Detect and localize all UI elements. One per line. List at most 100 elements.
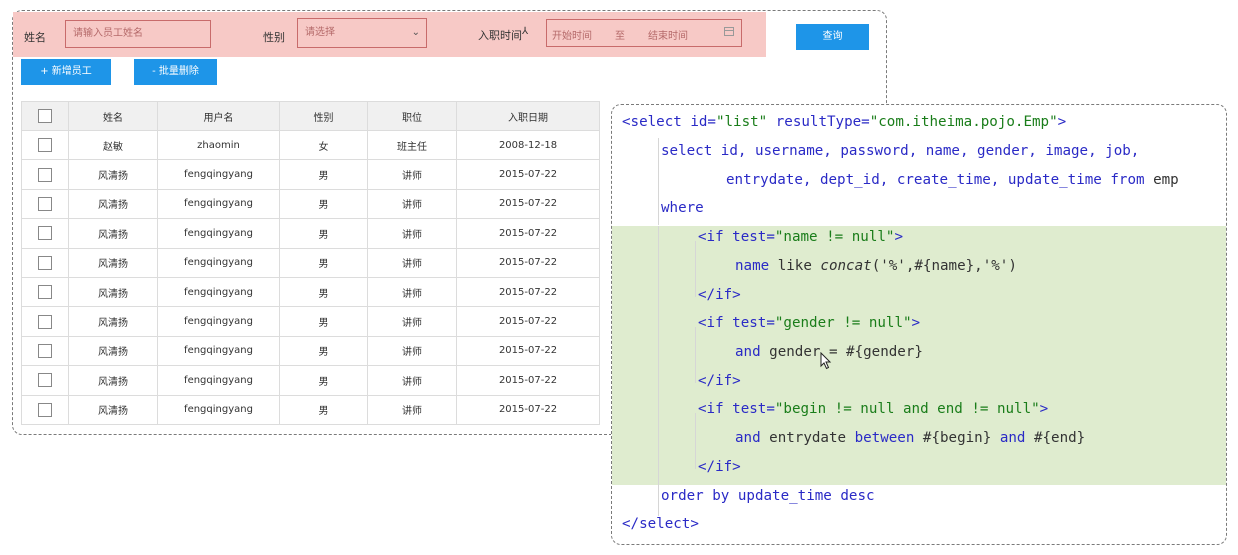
table-row: 风清扬 fengqingyang 男讲师 2015-07-22: [21, 394, 600, 425]
cell-job: 班主任: [367, 129, 457, 161]
header-name: 姓名: [68, 101, 158, 131]
table-row: 风清扬 fengqingyang 男讲师 2015-07-22: [21, 306, 600, 337]
mouse-cursor-icon: [820, 352, 832, 370]
cell-job: 讲师: [367, 159, 457, 190]
sql-code-panel: <select id="list" resultType="com.itheim…: [611, 104, 1227, 545]
table-row: 风清扬 fengqingyang 男讲师 2015-07-22: [21, 276, 600, 308]
cell-username: fengqingyang: [157, 335, 280, 367]
name-label: 姓名: [24, 31, 46, 44]
row-checkbox-cell[interactable]: [21, 247, 69, 278]
date-start-placeholder: 开始时间: [552, 31, 592, 42]
checkbox-icon[interactable]: [38, 255, 52, 270]
row-checkbox-cell[interactable]: [21, 394, 69, 425]
chevron-down-icon: ⌄: [411, 27, 420, 38]
cell-name: 风清扬: [68, 188, 158, 220]
cell-entry-date: 2015-07-22: [456, 365, 600, 396]
batch-delete-button[interactable]: - 批量删除: [134, 59, 217, 85]
cell-username: fengqingyang: [157, 276, 280, 308]
cell-name: 风清扬: [68, 365, 158, 396]
cell-name: 风清扬: [68, 335, 158, 367]
table-row: 风清扬 fengqingyang 男讲师 2015-07-22: [21, 335, 600, 367]
checkbox-icon[interactable]: [38, 314, 52, 329]
name-search-input[interactable]: 请输入员工姓名: [65, 20, 211, 48]
code-line-1: <select id="list" resultType="com.itheim…: [622, 114, 1067, 130]
query-button[interactable]: 查询: [796, 24, 869, 50]
cell-entry-date: 2015-07-22: [456, 218, 600, 249]
cell-job: 讲师: [367, 394, 457, 425]
header-entry-date: 入职日期: [456, 101, 600, 131]
cell-gender: 男: [279, 335, 368, 367]
entry-date-label: 入职时间: [478, 29, 522, 42]
row-checkbox-cell[interactable]: [21, 159, 69, 190]
indent-guide: [695, 413, 696, 469]
checkbox-icon[interactable]: [38, 402, 52, 417]
date-end-placeholder: 结束时间: [648, 31, 688, 42]
checkbox-icon[interactable]: [38, 196, 52, 211]
indent-guide: [658, 226, 659, 516]
cell-entry-date: 2015-07-22: [456, 188, 600, 220]
cell-name: 风清扬: [68, 159, 158, 190]
cell-job: 讲师: [367, 335, 457, 367]
cell-job: 讲师: [367, 306, 457, 337]
checkbox-icon[interactable]: [38, 373, 52, 388]
cell-username: fengqingyang: [157, 306, 280, 337]
cell-name: 风清扬: [68, 306, 158, 337]
cell-job: 讲师: [367, 188, 457, 220]
cell-entry-date: 2015-07-22: [456, 306, 600, 337]
row-checkbox-cell[interactable]: [21, 306, 69, 337]
cell-gender: 男: [279, 218, 368, 249]
cell-username: zhaomin: [157, 129, 280, 161]
cell-name: 风清扬: [68, 276, 158, 308]
checkbox-icon[interactable]: [38, 285, 52, 300]
code-line-15: </select>: [622, 516, 699, 532]
checkbox-icon[interactable]: [38, 167, 52, 182]
cell-entry-date: 2015-07-22: [456, 276, 600, 308]
table-row: 风清扬 fengqingyang 男讲师 2015-07-22: [21, 247, 600, 278]
cell-name: 风清扬: [68, 394, 158, 425]
sql-mapper-code[interactable]: <select id="list" resultType="com.itheim…: [612, 105, 1179, 532]
checkbox-icon[interactable]: [38, 343, 52, 358]
cell-gender: 男: [279, 365, 368, 396]
row-checkbox-cell[interactable]: [21, 218, 69, 249]
cell-username: fengqingyang: [157, 394, 280, 425]
checkbox-icon[interactable]: [38, 138, 52, 153]
gender-label: 性别: [263, 31, 285, 44]
gender-select[interactable]: 请选择 ⌄: [297, 18, 427, 48]
code-line-10: </if>: [698, 373, 741, 389]
code-line-12: and entrydate between #{begin} and #{end…: [735, 430, 1086, 446]
date-range-separator: 至: [615, 31, 625, 42]
cell-entry-date: 2015-07-22: [456, 394, 600, 425]
header-username: 用户名: [157, 101, 280, 131]
code-line-8: <if test="gender != null">: [698, 315, 921, 331]
cell-gender: 男: [279, 188, 368, 220]
cell-name: 赵敏: [68, 129, 158, 161]
header-gender: 性别: [279, 101, 368, 131]
cell-username: fengqingyang: [157, 188, 280, 220]
employee-table: 姓名 用户名 性别 职位 入职日期 赵敏 zhaomin 女班主任 2008-12-1…: [21, 101, 600, 425]
cell-gender: 男: [279, 159, 368, 190]
code-line-3: entrydate, dept_id, create_time, update_…: [726, 172, 1179, 188]
select-all-checkbox-cell[interactable]: [21, 101, 69, 131]
row-checkbox-cell[interactable]: [21, 365, 69, 396]
entry-date-range-picker[interactable]: 开始时间 至 结束时间: [546, 19, 742, 47]
cell-entry-date: 2015-07-22: [456, 247, 600, 278]
cell-name: 风清扬: [68, 218, 158, 249]
code-line-4: where: [661, 200, 704, 216]
gender-select-value: 请选择: [305, 27, 335, 38]
table-row: 风清扬 fengqingyang 男讲师 2015-07-22: [21, 159, 600, 190]
row-checkbox-cell[interactable]: [21, 335, 69, 367]
indent-guide: [695, 327, 696, 383]
row-checkbox-cell[interactable]: [21, 188, 69, 220]
checkbox-icon[interactable]: [38, 226, 52, 241]
indent-guide: [658, 138, 659, 225]
code-line-2: select id, username, password, name, gen…: [661, 143, 1140, 159]
cell-entry-date: 2015-07-22: [456, 335, 600, 367]
row-checkbox-cell[interactable]: [21, 276, 69, 308]
row-checkbox-cell[interactable]: [21, 129, 69, 161]
table-row: 风清扬 fengqingyang 男讲师 2015-07-22: [21, 218, 600, 249]
add-employee-button[interactable]: + 新增员工: [21, 59, 111, 85]
cell-gender: 男: [279, 276, 368, 308]
code-line-13: </if>: [698, 459, 741, 475]
checkbox-icon[interactable]: [38, 109, 52, 123]
cursor-marker-icon: ⅄: [522, 26, 529, 37]
